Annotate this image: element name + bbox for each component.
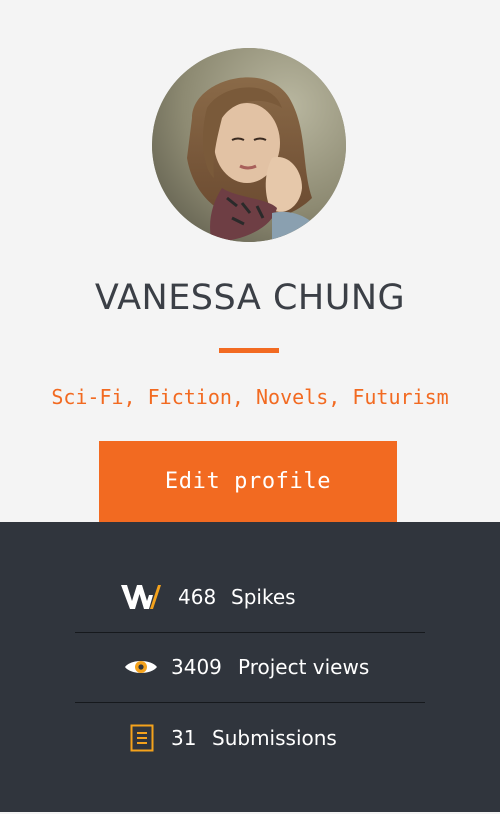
stat-row-views: 3409 Project views: [0, 633, 500, 703]
stat-row-spikes: 468 Spikes: [0, 562, 500, 632]
profile-name: VANESSA CHUNG: [94, 278, 406, 318]
spikes-count: 468: [178, 585, 217, 609]
views-label: Project views: [238, 655, 370, 679]
document-icon: [130, 724, 154, 752]
avatar: [152, 48, 346, 242]
accent-divider: [219, 348, 279, 353]
submissions-count: 31: [171, 726, 197, 750]
submissions-label: Submissions: [212, 726, 337, 750]
stat-row-submissions: 31 Submissions: [0, 703, 500, 773]
spikes-label: Spikes: [231, 585, 296, 609]
spikes-logo-icon: [121, 585, 161, 609]
eye-icon: [125, 661, 157, 673]
profile-header: VANESSA CHUNG Sci-Fi, Fiction, Novels, F…: [0, 0, 500, 522]
stats-panel: 468 Spikes 3409 Project views 31 Submiss…: [0, 522, 500, 812]
edit-profile-button[interactable]: Edit profile: [99, 441, 397, 522]
views-count: 3409: [171, 655, 222, 679]
profile-card: VANESSA CHUNG Sci-Fi, Fiction, Novels, F…: [0, 0, 500, 814]
profile-tags: Sci-Fi, Fiction, Novels, Futurism: [51, 385, 449, 409]
avatar-photo: [152, 48, 346, 242]
